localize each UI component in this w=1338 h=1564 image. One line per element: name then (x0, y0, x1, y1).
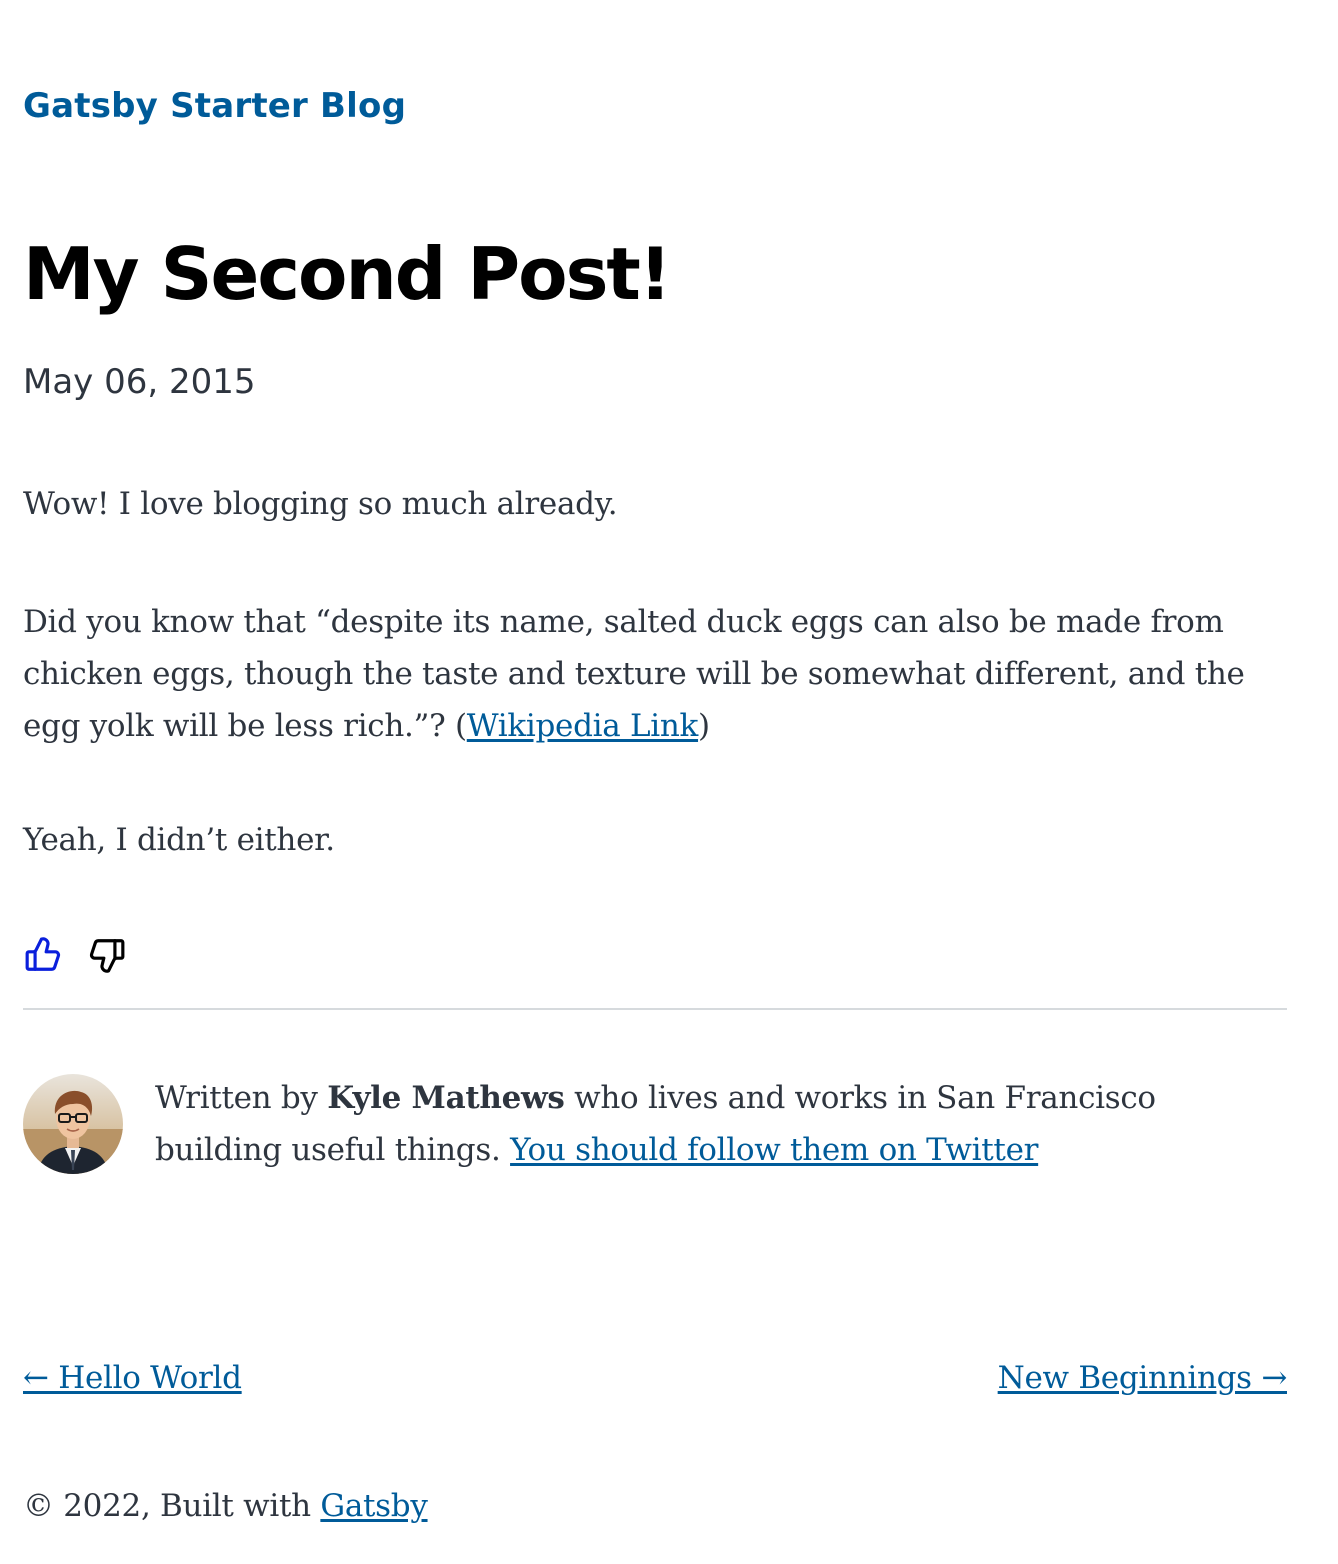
next-post-link[interactable]: New Beginnings → (998, 1352, 1288, 1404)
post-title: My Second Post! (23, 232, 672, 316)
post-paragraph: Wow! I love blogging so much already. (23, 486, 618, 522)
thumbs-down-icon (89, 939, 125, 973)
reaction-buttons (23, 935, 127, 975)
footer: © 2022, Built with Gatsby (23, 1480, 428, 1532)
paragraph-text: ) (698, 708, 710, 744)
twitter-link[interactable]: You should follow them on Twitter (510, 1132, 1038, 1168)
avatar (23, 1074, 123, 1174)
post-paragraph: Did you know that “despite its name, sal… (23, 596, 1287, 752)
post-paragraph: Yeah, I didn’t either. (23, 822, 335, 858)
author-bio: Written by Kyle Mathews who lives and wo… (23, 1074, 1287, 1176)
divider (23, 1008, 1287, 1010)
like-button[interactable] (23, 935, 63, 975)
post-navigation: ← Hello World New Beginnings → (23, 1352, 1287, 1404)
wikipedia-link[interactable]: Wikipedia Link (467, 708, 699, 744)
bio-text: Written by Kyle Mathews who lives and wo… (155, 1072, 1287, 1176)
thumbs-up-icon (25, 937, 61, 971)
bio-prefix: Written by (155, 1080, 328, 1116)
site-title-link[interactable]: Gatsby Starter Blog (23, 86, 406, 126)
author-name: Kyle Mathews (327, 1080, 565, 1116)
post-date: May 06, 2015 (23, 362, 256, 402)
gatsby-link[interactable]: Gatsby (320, 1488, 427, 1524)
dislike-button[interactable] (87, 935, 127, 975)
footer-text: © 2022, Built with (23, 1488, 321, 1524)
previous-post-link[interactable]: ← Hello World (23, 1352, 242, 1404)
